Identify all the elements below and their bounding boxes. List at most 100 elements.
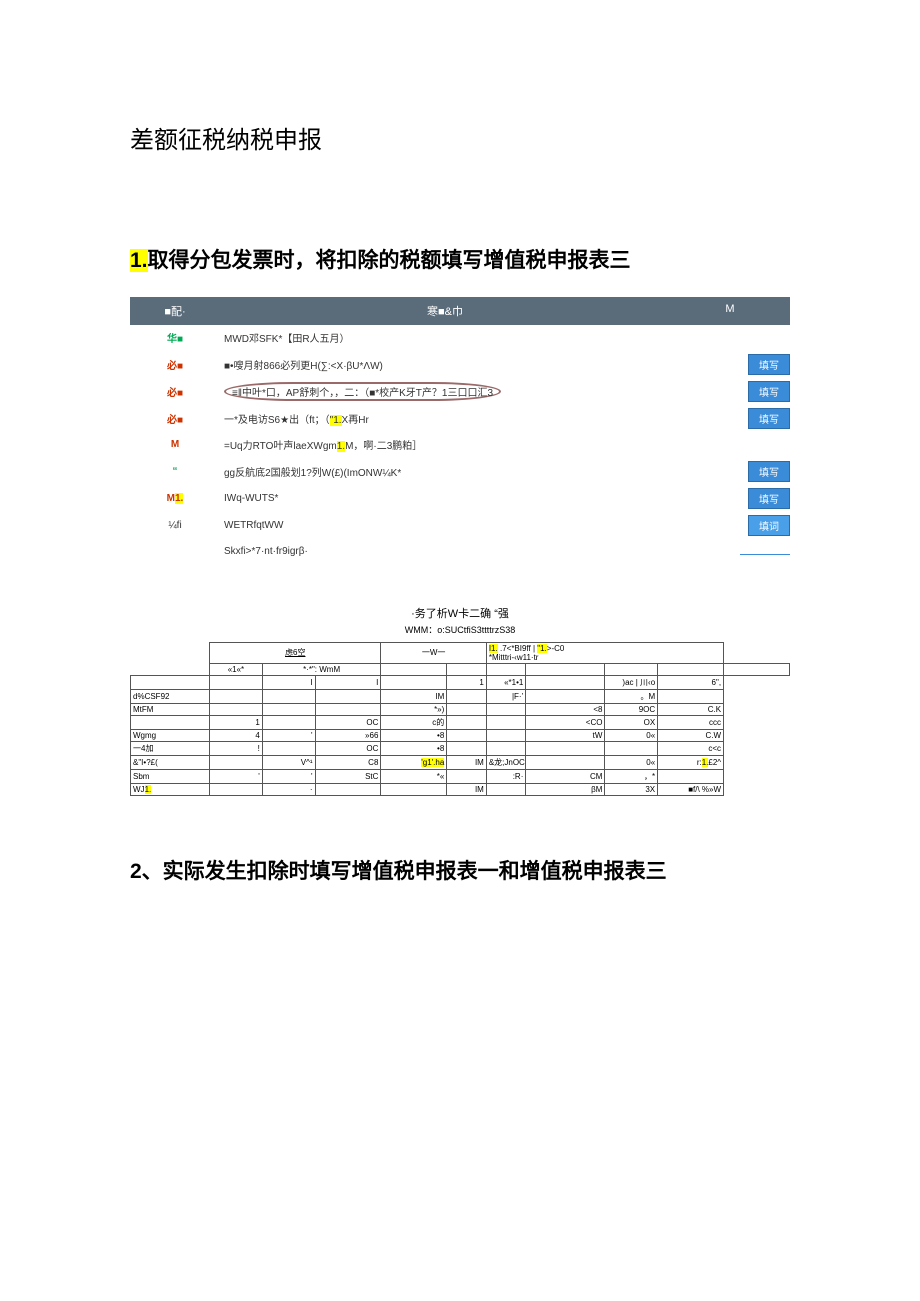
fill-button[interactable]: 填写 (748, 461, 790, 482)
row-label (131, 675, 210, 689)
cell (447, 703, 487, 715)
cell: «*1•1 (486, 675, 526, 689)
cell: tW (526, 729, 605, 741)
row-label (131, 715, 210, 729)
cell: I (262, 675, 315, 689)
cell (381, 675, 447, 689)
cell: r:1.£2^ (658, 755, 724, 769)
cell: βM (526, 783, 605, 795)
cell (262, 689, 315, 703)
row-label: WJ1. (131, 783, 210, 795)
form-row: 必■ ≡‖中叶*口，AP舒刺个，，二：（■*校产K牙T产？1三口口汇3 填写 (130, 378, 790, 405)
cell (262, 741, 315, 755)
form-row: Skxfi>*7·nt·fr9igrβ· (130, 539, 790, 565)
data-table: 虑6空 一W一 I1. .7<*BI9ff | "1.>-C0 *Mitttri… (130, 642, 790, 796)
row-desc: ≡‖中叶*口，AP舒刺个，，二：（■*校产K牙T产？1三口口汇3 (220, 382, 670, 401)
link-underline[interactable] (740, 545, 790, 555)
cell: •8 (381, 741, 447, 755)
row-desc: 一*及电访S6★出（ft；（"1.X再Hr (220, 411, 670, 426)
fill-button[interactable]: 填词 (748, 515, 790, 536)
form-head-c: M (670, 303, 790, 319)
cell: :R· (486, 769, 526, 783)
form-row: 华■ MWD邓SFK*【田R人五月） (130, 325, 790, 351)
cell: 0« (605, 729, 658, 741)
cell: ' (262, 769, 315, 783)
cell: · (262, 783, 315, 795)
cell: •8 (381, 729, 447, 741)
fill-button[interactable]: 填写 (748, 408, 790, 429)
cell (447, 769, 487, 783)
form-head-a: ■配· (130, 303, 220, 319)
cell (486, 741, 526, 755)
cell: OC (315, 715, 381, 729)
th: «1«* (210, 663, 263, 675)
fill-button[interactable]: 填写 (748, 488, 790, 509)
cell: OX (605, 715, 658, 729)
cell: *« (381, 769, 447, 783)
cell (486, 783, 526, 795)
fill-button[interactable]: 填写 (748, 354, 790, 375)
cell (486, 729, 526, 741)
cell: ■f/\ %»W (658, 783, 724, 795)
cell: C.K (658, 703, 724, 715)
cell: c的 (381, 715, 447, 729)
row-label: Wgmg (131, 729, 210, 741)
row-label: 一4加 (131, 741, 210, 755)
data-table-area: ·务了析W卡二确 “强 WMM：o:SUCtfiS3ttttrzS38 虑6空 … (130, 605, 790, 796)
cell: I (315, 675, 381, 689)
row-label: 华■ (130, 330, 220, 345)
cell: ! (210, 741, 263, 755)
row-desc: IWq-WUTS* (220, 493, 670, 504)
cell (210, 689, 263, 703)
cell: ' (210, 769, 263, 783)
row-desc: gg反航底2国般划1?列W(£)(ImONW¼K* (220, 464, 670, 479)
row-label: M1. (130, 493, 220, 504)
cell: 6", (658, 675, 724, 689)
row-label: d%CSF92 (131, 689, 210, 703)
section-2-heading: 2、实际发生扣除时填写增值税申报表一和增值税申报表三 (130, 856, 790, 888)
cell (262, 715, 315, 729)
cell: ccc (658, 715, 724, 729)
cell: ' (262, 729, 315, 741)
cell: IM (447, 783, 487, 795)
row-desc: =Uq力RTO叶声laeXWgm1.M，啊·二3鹏粕］ (220, 437, 670, 452)
cell: ，* (605, 769, 658, 783)
cell: StC (315, 769, 381, 783)
cell: )ac | 川‹o (605, 675, 658, 689)
cell: 9OC (605, 703, 658, 715)
cell (210, 703, 263, 715)
row-label: M (130, 439, 220, 450)
cell (210, 783, 263, 795)
form-row: M =Uq力RTO叶声laeXWgm1.M，啊·二3鹏粕］ (130, 432, 790, 458)
row-label: “ (130, 466, 220, 477)
form-row: “ gg反航底2国般划1?列W(£)(ImONW¼K* 填写 (130, 458, 790, 485)
form-row: ¼fi WETRfqtWW 填词 (130, 512, 790, 539)
cell (447, 729, 487, 741)
row-label: 必■ (130, 357, 220, 372)
cell: IM (447, 755, 487, 769)
table-title: ·务了析W卡二确 “强 (130, 605, 790, 621)
th: 一W一 (381, 642, 486, 663)
row-label: Sbm (131, 769, 210, 783)
cell (210, 755, 263, 769)
th: I1. .7<*BI9ff | "1.>-C0 *Mitttri-‹w11·tr (486, 642, 723, 663)
cell (526, 675, 605, 689)
row-label: ¼fi (130, 520, 220, 531)
cell: V^¹ (262, 755, 315, 769)
form-head-b: 寒■&巾 (220, 303, 670, 319)
cell: 3X (605, 783, 658, 795)
cell (526, 755, 605, 769)
cell (447, 741, 487, 755)
cell: 4 (210, 729, 263, 741)
section-1-number: 1. (130, 249, 148, 272)
cell (526, 741, 605, 755)
th: 虑6空 (210, 642, 381, 663)
section-1-text: 取得分包发票时，将扣除的税额填写增值税申报表三 (148, 249, 631, 272)
cell: 1 (447, 675, 487, 689)
row-label: 必■ (130, 411, 220, 426)
fill-button[interactable]: 填写 (748, 381, 790, 402)
cell (315, 689, 381, 703)
row-desc: ■•嗖月射866必列更H(∑:<X·βU*ΛW) (220, 357, 670, 372)
form-table: ■配· 寒■&巾 M 华■ MWD邓SFK*【田R人五月） 必■ ■•嗖月射86… (130, 297, 790, 565)
cell: 。M (605, 689, 658, 703)
